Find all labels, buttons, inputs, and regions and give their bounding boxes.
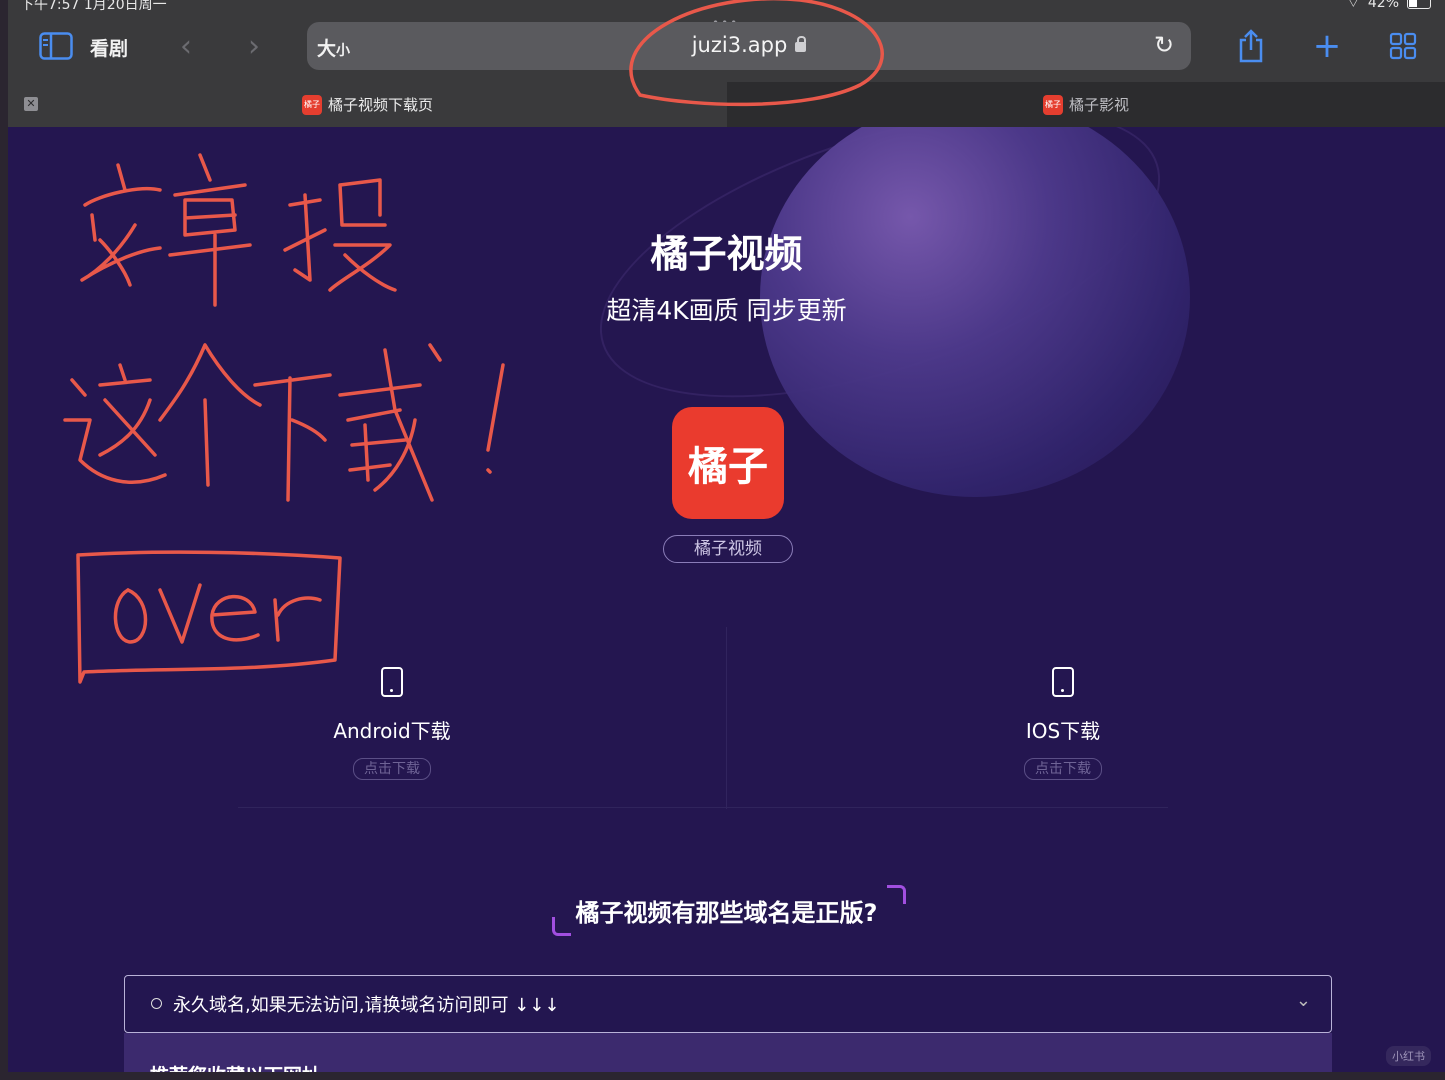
chevron-right-icon: › [248,28,260,64]
download-divider [726,627,727,809]
download-baseline [238,807,1168,808]
forward-button[interactable]: › [240,26,268,66]
share-button[interactable] [1234,26,1268,66]
screen: 下午7:57 1月20日周一 ⌔ 42% ••• 看剧 ‹ › 大小 juzi3… [8,0,1445,1072]
web-content: 橘子视频 超清4K画质 同步更新 橘子 橘子视频 Android下载 点击下载 … [8,127,1445,1072]
favicon-icon: 橘子 [301,94,322,115]
sidebar-icon [39,32,73,60]
back-button[interactable]: ‹ [172,26,200,66]
android-download-button[interactable]: 点击下载 [353,758,431,780]
accordion-panel: 推荐您收藏以下网址 [124,1033,1332,1072]
bullet-icon [151,998,162,1009]
browser-toolbar: ••• 看剧 ‹ › 大小 juzi3.app ↻ + [8,14,1445,82]
status-bar: 下午7:57 1月20日周一 ⌔ 42% [8,0,1445,14]
android-download-card[interactable]: Android下载 点击下载 [292,667,492,780]
android-download-label: Android下载 [333,719,451,743]
accordion-panel-text: 推荐您收藏以下网址 [150,1061,321,1072]
tab-grid-icon [1389,32,1417,60]
tab-bar: 橘子 橘子视频下载页 ✕ 橘子 橘子影视 [8,82,1445,127]
hero-subtitle: 超清4K画质 同步更新 [606,296,847,325]
sidebar-toggle-button[interactable] [36,26,76,66]
phone-icon [1052,667,1074,697]
phone-icon [381,667,403,697]
url-label: juzi3.app [691,33,788,57]
faq-question: 橘子视频有那些域名是正版? [575,899,878,927]
hero-title: 橘子视频 [650,232,803,276]
tab-title: 橘子视频下载页 [327,96,433,114]
address-bar[interactable]: 大小 juzi3.app ↻ [307,22,1191,70]
watermark: 小红书 [1386,1046,1431,1066]
status-time: 下午7:57 1月20日周一 [20,0,167,13]
url-display[interactable]: juzi3.app [307,33,1191,57]
plus-icon: + [1312,26,1342,66]
tab-overview-button[interactable] [1386,26,1420,66]
wifi-icon: ⌔ [1346,0,1360,11]
tab-download-page[interactable]: 橘子 橘子视频下载页 [8,82,727,127]
domain-accordion[interactable]: 永久域名,如果无法访问,请换域名访问即可 ↓↓↓ ⌄ [124,975,1332,1033]
chevron-left-icon: ‹ [180,28,192,64]
chevron-down-icon[interactable]: ⌄ [1296,990,1311,1011]
accordion-label: 永久域名,如果无法访问,请换域名访问即可 ↓↓↓ [173,995,560,1016]
favicon-icon: 橘子 [1042,94,1063,115]
tab-juzi-yingshi[interactable]: 橘子 橘子影视 [727,82,1445,127]
ios-download-button[interactable]: 点击下载 [1024,758,1102,780]
status-indicators: ⌔ 42% [1347,0,1431,12]
tab-title: 橘子影视 [1068,96,1129,114]
lock-icon [795,36,807,52]
reload-icon: ↻ [1153,31,1175,59]
close-tab-icon[interactable]: ✕ [24,97,38,111]
battery-percent: 42% [1367,0,1399,11]
ios-download-label: IOS下载 [1025,719,1101,743]
tab-group-label[interactable]: 看剧 [90,34,128,61]
app-name-badge: 橘子视频 [663,535,793,563]
battery-icon [1407,0,1431,9]
app-logo-icon: 橘子 [672,407,784,519]
reload-button[interactable]: ↻ [1151,32,1177,58]
new-tab-button[interactable]: + [1310,26,1344,66]
share-icon [1239,29,1263,63]
ios-download-card[interactable]: IOS下载 点击下载 [963,667,1163,780]
